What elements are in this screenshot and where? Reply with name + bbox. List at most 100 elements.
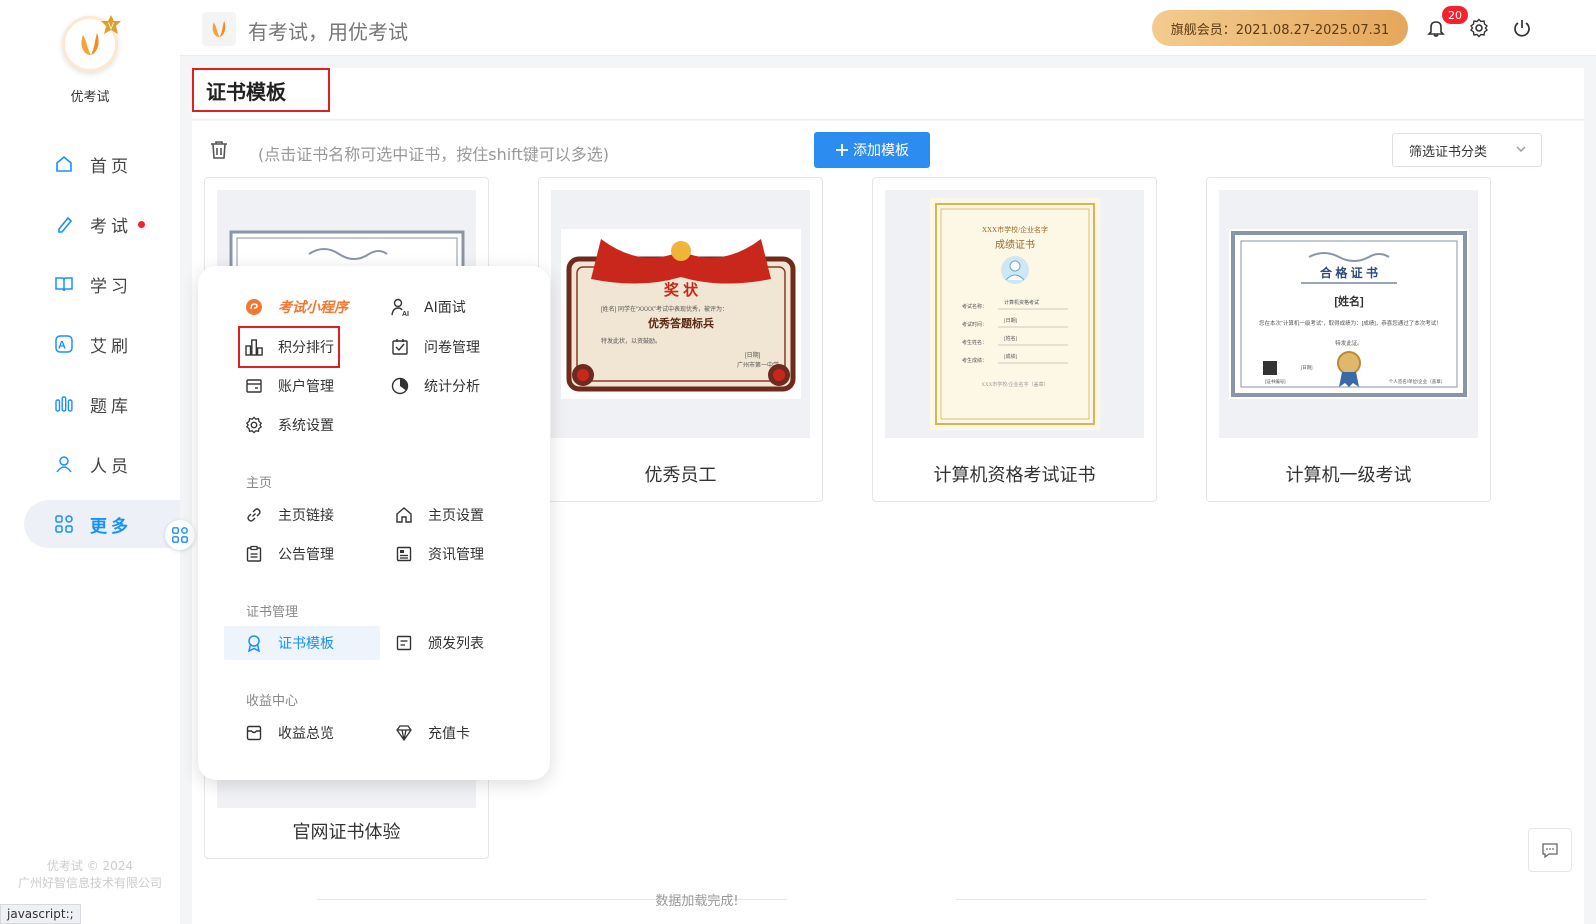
- certificate-card[interactable]: 合 格 证 书 [姓名] 您在本次“计算机一级考试”，取得成绩为：[成绩]，恭喜…: [1206, 177, 1491, 502]
- brand-logo[interactable]: V: [62, 15, 121, 72]
- nav-item-exam[interactable]: 考试: [24, 200, 180, 248]
- home-settings-label: 主页设置: [428, 508, 484, 524]
- nav-label: 学习: [90, 276, 132, 297]
- mini-program-icon: [244, 297, 264, 317]
- stats-analysis-label: 统计分析: [424, 379, 480, 395]
- nav-item-ai-practice[interactable]: A 艾刷: [24, 320, 180, 368]
- menu-item-income-overview[interactable]: 收益总览: [244, 718, 334, 748]
- notification-count-badge: 20: [1442, 6, 1468, 24]
- exam-icon: [58, 216, 73, 233]
- list-icon: [394, 633, 414, 653]
- home-icon: [56, 155, 72, 172]
- nav-label: 首页: [90, 156, 132, 177]
- more-menu-toggle[interactable]: [165, 520, 195, 550]
- menu-item-ai-interview[interactable]: AI AI面试: [390, 292, 466, 322]
- add-template-button[interactable]: 添加模板: [814, 132, 930, 168]
- main-nav: 首页 考试 学习 A 艾刷 题库 人员 更多: [24, 140, 180, 560]
- top-header: 有考试，用优考试 旗舰会员：2021.08.27-2025.07.31 20: [180, 0, 1596, 56]
- page-title: 证书模板: [192, 68, 330, 112]
- add-template-label: 添加模板: [853, 143, 909, 159]
- menu-item-recharge-card[interactable]: 充值卡: [394, 718, 470, 748]
- award-icon: [244, 633, 264, 653]
- trash-icon[interactable]: [208, 139, 230, 161]
- menu-item-issue-list[interactable]: 颁发列表: [394, 628, 484, 658]
- company-line: 广州好智信息技术有限公司: [17, 876, 162, 890]
- nav-item-question-bank[interactable]: 题库: [24, 380, 180, 428]
- certificate-name[interactable]: 官网证书体验: [205, 818, 488, 844]
- menu-item-system-settings[interactable]: 系统设置: [244, 410, 334, 440]
- user-icon: [56, 456, 72, 473]
- ranking-icon: [244, 337, 264, 357]
- book-icon: [55, 277, 73, 292]
- ai-icon: A: [55, 335, 73, 353]
- filter-placeholder: 筛选证书分类: [1409, 144, 1488, 160]
- nav-label: 人员: [90, 456, 132, 477]
- menu-item-paper-manage[interactable]: 问卷管理: [390, 332, 480, 362]
- menu-item-home-settings[interactable]: 主页设置: [394, 500, 484, 530]
- menu-item-notice-manage[interactable]: 公告管理: [244, 539, 334, 569]
- svg-text:V: V: [108, 21, 114, 31]
- certificate-name[interactable]: 优秀员工: [539, 461, 822, 487]
- certificate-thumbnail: XXX市学校/企业名字 成绩证书 考试名称： 计算机资格考试 考试时间： [日期…: [885, 190, 1144, 438]
- cert-template-label: 证书模板: [278, 636, 334, 652]
- clipboard-icon: [244, 544, 264, 564]
- news-icon: [394, 544, 414, 564]
- settings-gear-icon[interactable]: [1467, 16, 1491, 40]
- menu-item-home-link[interactable]: 主页链接: [244, 500, 334, 530]
- system-settings-label: 系统设置: [278, 418, 334, 434]
- menu-item-mini-program[interactable]: 考试小程序: [244, 292, 348, 322]
- menu-item-cert-template[interactable]: 证书模板: [224, 626, 380, 660]
- wallet-icon: [244, 376, 264, 396]
- news-manage-label: 资讯管理: [428, 547, 484, 563]
- paper-manage-label: 问卷管理: [424, 340, 480, 356]
- mini-program-label: 考试小程序: [278, 300, 348, 316]
- copyright-line: 优考试 © 2024: [46, 859, 134, 873]
- category-filter-select[interactable]: 筛选证书分类: [1392, 133, 1542, 167]
- gear-icon: [244, 415, 264, 435]
- cert-text: [姓名] 同学在“XXXX”考试中表现优秀，被评为：: [601, 305, 728, 313]
- feedback-button[interactable]: [1528, 828, 1572, 872]
- nav-label: 考试: [90, 216, 132, 237]
- menu-item-news-manage[interactable]: 资讯管理: [394, 539, 484, 569]
- pie-chart-icon: [390, 376, 410, 396]
- cert-field: 考试名称：: [962, 303, 987, 310]
- menu-item-points-rank[interactable]: 积分排行: [238, 326, 340, 368]
- house-icon: [394, 505, 414, 525]
- certificate-name[interactable]: 计算机一级考试: [1207, 461, 1490, 487]
- cert-field: 考试时间：: [962, 321, 987, 328]
- browser-status-url: javascript:;: [0, 904, 81, 924]
- more-icon: [55, 515, 73, 533]
- membership-badge[interactable]: 旗舰会员：2021.08.27-2025.07.31: [1152, 10, 1408, 46]
- income-box-icon: [244, 723, 264, 743]
- cert-note: 特发此证。: [1335, 339, 1363, 347]
- certificate-card[interactable]: 奖 状 [姓名] 同学在“XXXX”考试中表现优秀，被评为： 优秀答题标兵 特发…: [538, 177, 823, 502]
- nav-item-users[interactable]: 人员: [24, 440, 180, 488]
- checklist-icon: [390, 337, 410, 357]
- vip-crown-icon: V: [101, 15, 121, 34]
- exam-notice-dot: [138, 220, 145, 228]
- account-manage-label: 账户管理: [278, 379, 334, 395]
- chat-icon: [1542, 843, 1558, 859]
- home-link-label: 主页链接: [278, 508, 334, 524]
- selection-hint: (点击证书名称可选中证书，按住shift键可以多选): [258, 145, 610, 164]
- header-logo[interactable]: [202, 12, 236, 46]
- power-logout-icon[interactable]: [1510, 16, 1534, 40]
- menu-item-account-manage[interactable]: 账户管理: [244, 371, 334, 401]
- menu-item-stats-analysis[interactable]: 统计分析: [390, 371, 480, 401]
- nav-item-more[interactable]: 更多: [24, 500, 180, 548]
- cert-org: 个人签名/单位/企业（盖章）: [1388, 378, 1445, 385]
- nav-item-study[interactable]: 学习: [24, 260, 180, 308]
- certificate-name[interactable]: 计算机资格考试证书: [873, 461, 1156, 487]
- svg-text:AI: AI: [402, 311, 409, 317]
- certificate-card[interactable]: XXX市学校/企业名字 成绩证书 考试名称： 计算机资格考试 考试时间： [日期…: [872, 177, 1157, 502]
- cert-subtitle: 优秀答题标兵: [648, 316, 714, 330]
- nav-item-home[interactable]: 首页: [24, 140, 180, 188]
- question-bank-icon: [55, 396, 73, 412]
- cert-title: 奖 状: [663, 281, 698, 299]
- section-title-cert: 证书管理: [246, 605, 299, 620]
- cert-title: 成绩证书: [995, 238, 1035, 251]
- cert-field: 考生成绩：: [962, 357, 987, 364]
- certificate-thumbnail: 合 格 证 书 [姓名] 您在本次“计算机一级考试”，取得成绩为：[成绩]，恭喜…: [1219, 190, 1478, 438]
- nav-label: 艾刷: [90, 336, 132, 357]
- cert-date: [日期]: [745, 351, 761, 359]
